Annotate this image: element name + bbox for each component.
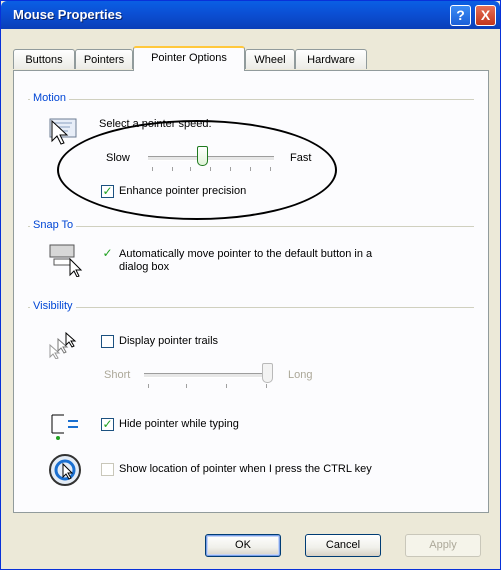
visibility-divider [28, 307, 474, 308]
tab-wheel[interactable]: Wheel [245, 49, 295, 69]
snap-to-checkbox[interactable]: ✓ [101, 246, 114, 261]
window-title: Mouse Properties [13, 7, 123, 22]
snap-to-divider [28, 226, 474, 227]
pointer-options-panel: Motion Select a pointer speed: Slow Fast… [13, 70, 489, 513]
snap-to-icon [49, 244, 83, 277]
snap-to-heading: Snap To [30, 219, 77, 231]
checkmark-icon: ✓ [102, 246, 113, 260]
ctrl-locate-label: Show location of pointer when I press th… [119, 463, 372, 475]
motion-pointer-icon [49, 118, 77, 145]
snap-to-label-line1: Automatically move pointer to the defaul… [119, 248, 373, 260]
ok-button[interactable]: OK [205, 534, 281, 557]
tab-pointer-options[interactable]: Pointer Options [133, 46, 245, 71]
trail-tick [148, 384, 149, 388]
checkmark-icon: ✓ [102, 417, 113, 431]
trail-short-label: Short [104, 369, 131, 381]
highlight-oval [57, 120, 337, 220]
close-icon[interactable]: X [475, 5, 496, 26]
apply-button[interactable]: Apply [405, 534, 481, 557]
trail-length-track [144, 373, 272, 378]
hide-pointer-label: Hide pointer while typing [119, 418, 239, 430]
motion-heading: Motion [30, 92, 70, 104]
tab-buttons[interactable]: Buttons [13, 49, 75, 69]
ctrl-locate-checkbox[interactable] [101, 463, 114, 476]
visibility-heading: Visibility [30, 300, 76, 312]
motion-divider [28, 99, 474, 100]
pointer-trails-label: Display pointer trails [119, 335, 219, 347]
title-bar[interactable]: Mouse Properties ? X [1, 1, 500, 29]
snap-to-label-line2: dialog box [119, 261, 170, 273]
hide-pointer-checkbox[interactable]: ✓ [101, 418, 114, 431]
help-icon[interactable]: ? [450, 5, 471, 26]
tab-hardware[interactable]: Hardware [295, 49, 367, 69]
pointer-trails-icon [49, 331, 77, 359]
trail-tick [186, 384, 187, 388]
ctrl-locate-icon [49, 454, 81, 486]
hide-pointer-icon [51, 414, 78, 440]
cancel-button[interactable]: Cancel [305, 534, 381, 557]
pointer-trails-checkbox[interactable] [101, 335, 114, 348]
trail-tick [226, 384, 227, 388]
trail-length-slider[interactable] [262, 363, 273, 383]
trail-tick [266, 384, 267, 388]
mouse-properties-window: Mouse Properties ? X Buttons Pointers Po… [0, 0, 501, 570]
tab-pointers[interactable]: Pointers [75, 49, 133, 69]
trail-long-label: Long [288, 369, 313, 381]
